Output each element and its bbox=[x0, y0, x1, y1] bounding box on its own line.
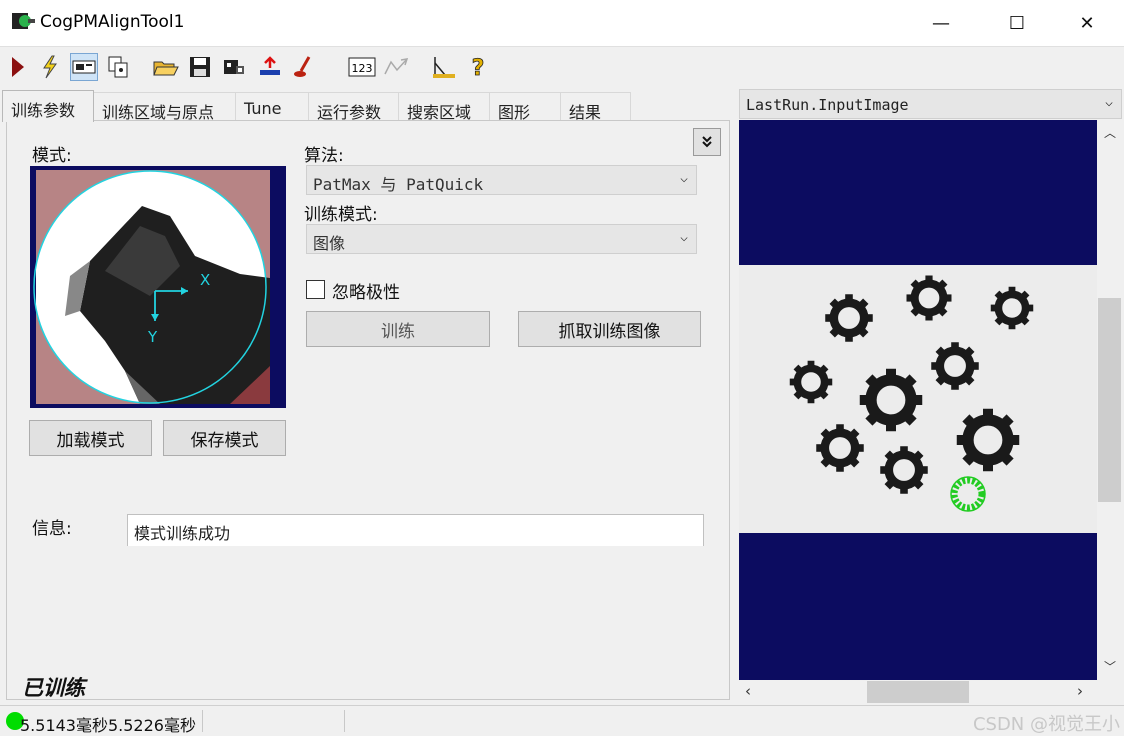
algorithm-label: 算法: bbox=[304, 146, 344, 166]
algorithm-select[interactable]: PatMax 与 PatQuick ⌵ bbox=[306, 165, 697, 195]
edit-icon bbox=[384, 58, 409, 75]
load-pattern-button[interactable]: 加载模式 bbox=[29, 420, 152, 456]
svg-text:123: 123 bbox=[352, 62, 373, 75]
ignore-polarity-label: 忽略极性 bbox=[332, 283, 400, 303]
image-source-icon bbox=[224, 60, 244, 74]
axis-x-label: X bbox=[200, 271, 210, 289]
pattern-label: 模式: bbox=[32, 146, 72, 166]
run-icon bbox=[12, 57, 24, 77]
help-icon: ? bbox=[471, 56, 485, 79]
close-icon: ✕ bbox=[1079, 12, 1095, 34]
grab-train-image-button[interactable]: 抓取训练图像 bbox=[518, 311, 701, 347]
copy-icon bbox=[108, 56, 128, 78]
import-icon bbox=[260, 56, 280, 75]
pattern-preview: X Y bbox=[33, 170, 270, 404]
minimize-icon: — bbox=[932, 12, 950, 34]
algorithm-value: PatMax 与 PatQuick bbox=[313, 175, 484, 194]
save-icon bbox=[190, 57, 210, 77]
status-timing: 5.5143毫秒5.5226毫秒 bbox=[20, 716, 196, 735]
train-button[interactable]: 训练 bbox=[306, 311, 490, 347]
status-divider bbox=[202, 710, 203, 732]
tab-run-params[interactable]: 运行参数 bbox=[309, 92, 399, 122]
input-image-view bbox=[739, 120, 1097, 680]
trained-status: 已训练 bbox=[22, 676, 85, 700]
chevron-down-icon: ⌵ bbox=[680, 171, 688, 186]
train-mode-select[interactable]: 图像 ⌵ bbox=[306, 224, 697, 254]
status-divider bbox=[344, 710, 345, 732]
tab-strip: 训练参数 训练区域与原点 Tune 运行参数 搜索区域 图形 结果 bbox=[0, 90, 735, 122]
maximize-button[interactable]: ☐ bbox=[994, 0, 1040, 46]
tab-results[interactable]: 结果 bbox=[561, 92, 631, 122]
vertical-scroll-thumb[interactable] bbox=[1098, 298, 1121, 502]
graphics-icon bbox=[294, 56, 311, 77]
image-display[interactable] bbox=[739, 120, 1097, 680]
trained-pattern-image: X Y bbox=[30, 166, 286, 408]
edit-button[interactable] bbox=[382, 53, 410, 81]
collapse-button[interactable] bbox=[693, 128, 721, 156]
copy-button[interactable] bbox=[104, 53, 132, 81]
electric-run-button[interactable] bbox=[36, 53, 64, 81]
import-button[interactable] bbox=[256, 53, 284, 81]
electric-run-icon bbox=[43, 55, 57, 79]
open-button[interactable] bbox=[152, 53, 180, 81]
image-selector-value: LastRun.InputImage bbox=[746, 96, 909, 114]
vertical-scrollbar[interactable]: ︿ ﹀ bbox=[1097, 120, 1122, 680]
window-title: CogPMAlignTool1 bbox=[40, 12, 185, 32]
chevron-down-icon: ⌵ bbox=[680, 230, 688, 245]
scroll-left-icon[interactable]: ‹ bbox=[745, 682, 751, 700]
toolbar: 123 ? bbox=[0, 48, 1124, 86]
tab-train-region-origin[interactable]: 训练区域与原点 bbox=[94, 92, 236, 122]
info-textbox[interactable]: 模式训练成功 bbox=[127, 514, 704, 546]
ruler-icon bbox=[433, 57, 455, 78]
axis-y-label: Y bbox=[147, 328, 158, 346]
save-button[interactable] bbox=[186, 53, 214, 81]
horizontal-scroll-thumb[interactable] bbox=[867, 681, 969, 703]
train-mode-value: 图像 bbox=[313, 234, 346, 253]
scroll-right-icon[interactable]: › bbox=[1077, 682, 1083, 700]
train-mode-label: 训练模式: bbox=[304, 205, 378, 225]
image-source-button[interactable] bbox=[220, 53, 248, 81]
display-toggle-icon bbox=[72, 60, 96, 74]
graphics-button[interactable] bbox=[290, 53, 318, 81]
maximize-icon: ☐ bbox=[1008, 12, 1026, 34]
image-selector[interactable]: LastRun.InputImage ⌵ bbox=[739, 89, 1122, 119]
tab-train-params[interactable]: 训练参数 bbox=[2, 90, 94, 122]
title-bar: CogPMAlignTool1 — ☐ ✕ bbox=[0, 0, 1124, 47]
display-toggle-button[interactable] bbox=[70, 53, 98, 81]
svg-text:?: ? bbox=[472, 56, 485, 79]
tab-search-region[interactable]: 搜索区域 bbox=[399, 92, 490, 122]
double-chevron-down-icon bbox=[702, 136, 712, 148]
ruler-button[interactable] bbox=[430, 53, 458, 81]
close-button[interactable]: ✕ bbox=[1064, 0, 1110, 46]
minimize-button[interactable]: — bbox=[918, 0, 964, 46]
run-button[interactable] bbox=[4, 53, 32, 81]
app-icon bbox=[12, 11, 36, 33]
watermark: CSDN @视觉王小 bbox=[972, 714, 1120, 735]
open-folder-icon bbox=[153, 61, 179, 76]
status-bar: 5.5143毫秒5.5226毫秒 CSDN @视觉王小 bbox=[0, 705, 1124, 736]
ignore-polarity-checkbox[interactable] bbox=[306, 280, 325, 299]
save-pattern-button[interactable]: 保存模式 bbox=[163, 420, 286, 456]
help-button[interactable]: ? bbox=[464, 53, 492, 81]
tab-graphics[interactable]: 图形 bbox=[490, 92, 561, 122]
scroll-down-icon[interactable]: ﹀ bbox=[1104, 658, 1116, 675]
info-label: 信息: bbox=[32, 519, 72, 539]
app-window: CogPMAlignTool1 — ☐ ✕ 123 ? 训练参数 训练区域与原点… bbox=[0, 0, 1124, 736]
tab-tune[interactable]: Tune bbox=[236, 92, 309, 120]
numeric-display-button[interactable]: 123 bbox=[348, 53, 376, 81]
numeric-display-icon: 123 bbox=[348, 57, 376, 77]
horizontal-scrollbar[interactable]: ‹ › bbox=[739, 680, 1097, 704]
chevron-down-icon: ⌵ bbox=[1105, 95, 1113, 110]
scroll-up-icon[interactable]: ︿ bbox=[1104, 124, 1116, 141]
